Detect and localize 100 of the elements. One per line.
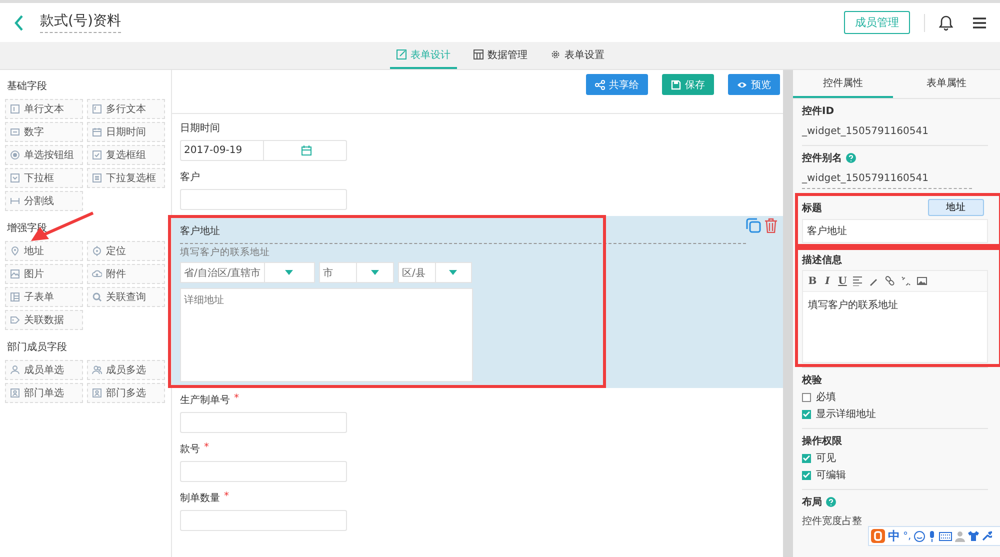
section-heading: 校验 — [802, 374, 822, 387]
page-title[interactable]: 款式(号)资料 — [40, 12, 121, 33]
palette-item[interactable]: 数字 — [5, 122, 83, 142]
palette-item[interactable]: 成员单选 — [5, 360, 83, 380]
section-heading: 控件ID — [802, 104, 834, 118]
section-heading: 描述信息 — [802, 254, 842, 267]
checkbox[interactable] — [802, 454, 811, 462]
input-method-logo-icon[interactable] — [871, 529, 885, 543]
pen-icon[interactable] — [869, 276, 879, 286]
tab[interactable]: 表单设置 — [544, 42, 610, 69]
gear-icon — [550, 49, 560, 60]
align-left-icon[interactable] — [853, 276, 863, 286]
shirt-icon[interactable] — [968, 531, 980, 541]
org-icon — [10, 388, 20, 398]
dropdown-field[interactable]: 区/县 — [398, 262, 472, 283]
palette-item[interactable]: 地址 — [5, 241, 83, 261]
checkbox-icon — [92, 150, 102, 160]
field-label: 日期时间 — [180, 122, 220, 135]
tab[interactable]: 数据管理 — [466, 42, 534, 69]
date-field[interactable]: 2017-09-19 — [180, 140, 347, 161]
target-icon — [92, 246, 102, 256]
checkbox[interactable] — [802, 392, 811, 402]
dropdown-icon — [10, 173, 20, 183]
text-field[interactable] — [180, 510, 347, 531]
field-label: 客户地址 — [180, 224, 220, 238]
user-icon — [10, 365, 20, 375]
bell-icon[interactable] — [939, 14, 953, 30]
textarea-icon — [92, 104, 102, 114]
unlink-icon[interactable] — [901, 276, 911, 286]
palette-item[interactable]: 分割线 — [5, 191, 83, 211]
calendar-icon[interactable] — [301, 145, 312, 156]
palette-item[interactable]: 下拉复选框 — [87, 168, 165, 188]
number-field-icon — [10, 127, 20, 137]
wrench-icon[interactable] — [982, 531, 992, 541]
field-type-button[interactable]: 地址 — [928, 199, 984, 216]
input-mode-toggle[interactable]: 中 — [888, 528, 900, 544]
tab[interactable]: 控件属性 — [793, 70, 893, 98]
microphone-icon[interactable] — [928, 530, 936, 542]
dropdown-caret-icon — [449, 270, 458, 275]
palette-item[interactable]: 多行文本 — [87, 99, 165, 119]
smiley-icon[interactable] — [914, 530, 926, 542]
section-heading: 标题 — [802, 202, 822, 214]
address-detail-field[interactable]: 详细地址 — [180, 288, 473, 382]
search-icon — [92, 292, 102, 302]
link-icon[interactable] — [885, 276, 895, 286]
palette-item[interactable]: 部门多选 — [87, 383, 165, 403]
back-icon[interactable] — [14, 14, 24, 30]
org-icon — [92, 388, 102, 398]
palette-item[interactable]: 部门单选 — [5, 383, 83, 403]
alias-field[interactable]: _widget_1505791160541 — [802, 168, 972, 189]
checkbox-label: 显示详细地址 — [816, 408, 876, 421]
text-field[interactable] — [180, 412, 347, 433]
field-label: 制单数量 — [180, 492, 220, 505]
divider-icon — [10, 196, 20, 206]
palette-item[interactable]: 子表单 — [5, 287, 83, 307]
palette-item[interactable]: 图片 — [5, 264, 83, 284]
section-heading: 控件别名 — [802, 152, 842, 165]
palette-item[interactable]: 定位 — [87, 241, 165, 261]
checkbox[interactable] — [802, 470, 811, 480]
description-editor[interactable]: 填写客户的联系地址 — [803, 292, 987, 362]
palette-item[interactable]: 关联查询 — [87, 287, 165, 307]
checkbox-label: 可见 — [816, 452, 836, 465]
dropdown-caret-icon — [285, 270, 294, 275]
palette-item[interactable]: 日期时间 — [87, 122, 165, 142]
palette-item[interactable]: 关联数据 — [5, 310, 83, 330]
underline-button[interactable]: U — [838, 276, 847, 286]
dropdown-field[interactable]: 省/自治区/直辖市 — [180, 262, 315, 283]
palette-item[interactable]: 成员多选 — [87, 360, 165, 380]
palette-item[interactable]: 单行文本 — [5, 99, 83, 119]
field-label: 生产制单号 — [180, 394, 230, 407]
palette-item[interactable]: 附件 — [87, 264, 165, 284]
text-field[interactable] — [180, 189, 347, 210]
field-label: 款号 — [180, 443, 200, 456]
section-heading: 基础字段 — [7, 80, 48, 93]
checkbox-label: 必填 — [816, 390, 836, 404]
table-icon — [10, 292, 20, 302]
copy-icon[interactable] — [746, 218, 761, 233]
checkbox[interactable] — [802, 410, 811, 418]
trash-icon[interactable] — [765, 218, 777, 233]
keyboard-icon[interactable] — [939, 532, 952, 540]
dropdown-field[interactable]: 市 — [319, 262, 394, 283]
palette-item[interactable]: 单选按钮组 — [5, 145, 83, 165]
help-icon[interactable] — [846, 153, 856, 163]
location-pin-icon — [10, 246, 20, 256]
tag-icon — [10, 315, 20, 325]
checkbox-label: 可编辑 — [816, 468, 846, 482]
punctuation-toggle[interactable]: °, — [903, 530, 912, 542]
palette-item[interactable]: 复选框组 — [87, 145, 165, 165]
image-icon[interactable] — [917, 276, 927, 286]
italic-button[interactable]: I — [823, 276, 832, 286]
text-field[interactable] — [180, 461, 347, 482]
title-field[interactable]: 客户地址 — [802, 219, 988, 243]
help-icon[interactable] — [826, 497, 836, 507]
share-icon — [595, 80, 605, 90]
bold-button[interactable]: B — [808, 276, 817, 286]
tab[interactable]: 表单属性 — [893, 70, 1000, 98]
palette-item[interactable]: 下拉框 — [5, 168, 83, 188]
radio-icon — [10, 150, 20, 160]
menu-icon[interactable] — [973, 16, 986, 28]
edit-icon — [396, 49, 406, 60]
